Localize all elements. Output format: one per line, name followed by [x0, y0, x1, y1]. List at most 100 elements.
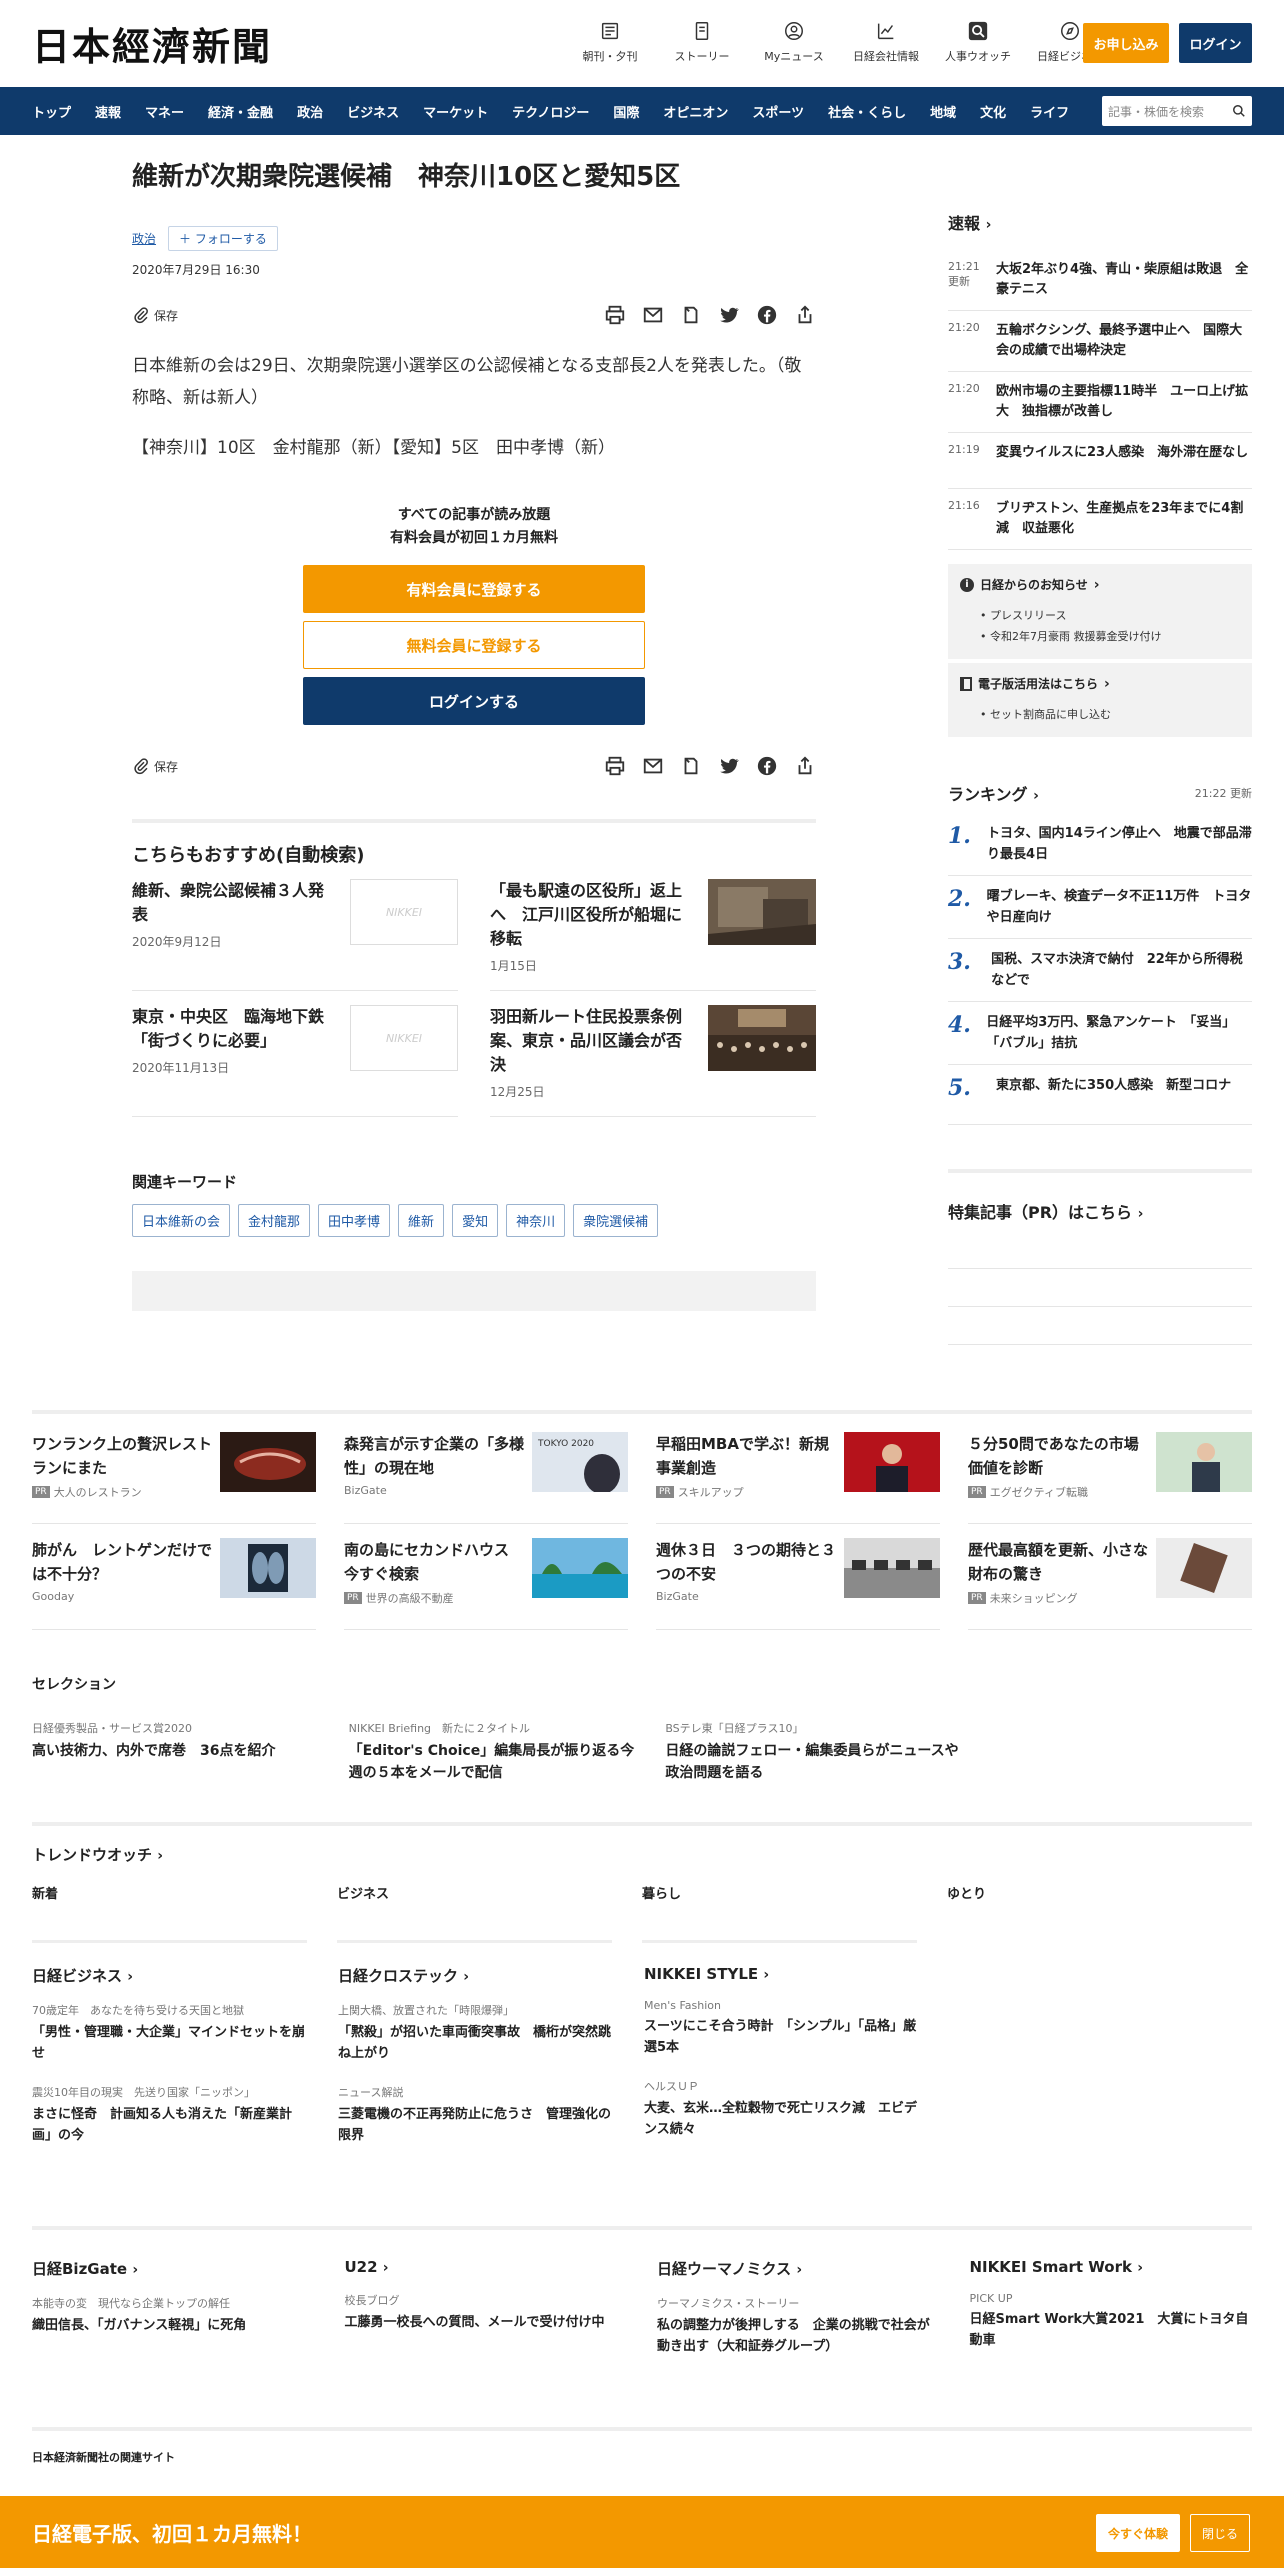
keyword-tag[interactable]: 神奈川	[506, 1204, 566, 1237]
media-item[interactable]: ニュース解説 三菱電機の不正再発防止に危うさ 管理強化の限界	[338, 2084, 614, 2146]
follow-button[interactable]: ＋ フォローする	[168, 226, 278, 251]
media-heading[interactable]: NIKKEI STYLE ›	[644, 1965, 920, 1983]
header-icon-story[interactable]: ストーリー	[662, 20, 742, 64]
flash-item[interactable]: 21:21 更新 大坂2年ぶり4強、青山・柴原組は敗退 全豪テニス	[948, 250, 1252, 311]
print-icon[interactable]	[604, 304, 626, 326]
trend-heading[interactable]: トレンドウオッチ ›	[32, 1844, 1252, 1865]
media-item[interactable]: ヘルスＵＰ 大麦、玄米…全粒穀物で死亡リスク減 エビデンス続々	[644, 2078, 920, 2140]
notice-link[interactable]: • プレスリリース	[980, 605, 1240, 626]
recommend-item[interactable]: 「最も駅遠の区役所」返上へ 江戸川区役所が船堀に移転 1月15日	[490, 879, 816, 991]
flash-item[interactable]: 21:20 五輪ボクシング、最終予選中止へ 国際大会の成績で出場枠決定	[948, 311, 1252, 372]
keyword-tag[interactable]: 金村龍那	[238, 1204, 311, 1237]
nav-item-top[interactable]: トップ	[32, 102, 71, 121]
media-item[interactable]: 本能寺の変 現代なら企業トップの解任 織田信長、「ガバナンス軽視」に死角	[32, 2295, 315, 2336]
share-icon[interactable]	[794, 304, 816, 326]
nav-item-money[interactable]: マネー	[145, 102, 184, 121]
nav-item-economy[interactable]: 経済・金融	[208, 102, 273, 121]
trend-tab[interactable]: 新着	[32, 1883, 307, 1943]
nav-item-culture[interactable]: 文化	[980, 102, 1006, 121]
media-heading[interactable]: 日経ビジネス ›	[32, 1965, 308, 1986]
media-heading[interactable]: 日経BizGate ›	[32, 2258, 315, 2279]
flash-heading[interactable]: 速報 ›	[948, 210, 1252, 234]
flash-item[interactable]: 21:19 変異ウイルスに23人感染 海外滞在歴なし	[948, 433, 1252, 489]
try-now-button[interactable]: 今すぐ体験	[1096, 2514, 1180, 2552]
notice-link[interactable]: • 令和2年7月豪雨 救援募金受け付け	[980, 626, 1240, 647]
media-item[interactable]: ウーマノミクス・ストーリー 私の調整力が後押しする 企業の挑戦で社会が動き出す（大…	[657, 2295, 940, 2357]
media-item[interactable]: 校長ブログ 工藤勇一校長への質問、メールで受け付け中	[345, 2292, 628, 2333]
nav-item-technology[interactable]: テクノロジー	[512, 102, 589, 121]
print-icon[interactable]	[604, 755, 626, 777]
media-item[interactable]: 上関大橋、放置された「時限爆弾」 「黙殺」が招いた車両衝突事故 橋桁が突然跳ね上が…	[338, 2002, 614, 2064]
recommend-item[interactable]: 羽田新ルート住民投票条例案、東京・品川区議会が否決 12月25日	[490, 1005, 816, 1117]
clip-note-icon[interactable]	[680, 304, 702, 326]
header-icon-personnel[interactable]: 人事ウオッチ	[938, 20, 1018, 64]
promo-item[interactable]: 肺がん レントゲンだけでは不十分？ Gooday	[32, 1538, 316, 1630]
keyword-tag[interactable]: 維新	[398, 1204, 445, 1237]
nav-item-region[interactable]: 地域	[930, 102, 956, 121]
media-item[interactable]: PICK UP 日経Smart Work大賞2021 大賞にトヨタ自動車	[970, 2292, 1253, 2351]
save-button[interactable]: 保存	[132, 306, 178, 324]
nav-item-market[interactable]: マーケット	[423, 102, 488, 121]
header-icon-company-info[interactable]: 日経会社情報	[846, 20, 926, 64]
ranking-item[interactable]: 4. 日経平均3万円、緊急アンケート 「妥当」「バブル」拮抗	[948, 1002, 1252, 1065]
promo-item[interactable]: ワンランク上の贅沢レストランにまた PR 大人のレストラン	[32, 1432, 316, 1524]
promo-item[interactable]: 南の島にセカンドハウス 今すぐ検索 PR 世界の高級不動産	[344, 1538, 628, 1630]
promo-item[interactable]: 早稲田MBAで学ぶ！新規事業創造 PR スキルアップ	[656, 1432, 940, 1524]
notice-heading[interactable]: i 日経からのお知らせ ›	[960, 576, 1240, 593]
selection-item[interactable]: NIKKEI Briefing 新たに２タイトル 「Editor's Choice…	[349, 1720, 646, 1784]
keyword-tag[interactable]: 衆院選候補	[573, 1204, 659, 1237]
digital-link[interactable]: • セット割商品に申し込む	[980, 704, 1240, 725]
nav-item-society[interactable]: 社会・くらし	[828, 102, 906, 121]
ranking-item[interactable]: 3. 国税、スマホ決済で納付 22年から所得税などで	[948, 939, 1252, 1002]
twitter-icon[interactable]	[718, 755, 740, 777]
promo-item[interactable]: 森発言が示す企業の「多様性」の現在地 BizGate TOKYO 2020	[344, 1432, 628, 1524]
media-item[interactable]: 震災10年目の現実 先送り国家「ニッポン」 まさに怪奇 計画知る人も消えた「新産業…	[32, 2084, 308, 2146]
login-button[interactable]: ログイン	[1179, 23, 1252, 63]
promo-item[interactable]: ５分50問であなたの市場価値を診断 PR エグゼクティブ転職	[968, 1432, 1252, 1524]
nav-item-sports[interactable]: スポーツ	[752, 102, 804, 121]
search-input[interactable]: 記事・株価を検索	[1102, 96, 1252, 126]
category-link[interactable]: 政治	[132, 230, 156, 247]
nav-item-business[interactable]: ビジネス	[347, 102, 399, 121]
media-heading[interactable]: U22 ›	[345, 2258, 628, 2276]
close-bar-button[interactable]: 閉じる	[1190, 2514, 1250, 2552]
media-heading[interactable]: NIKKEI Smart Work ›	[970, 2258, 1253, 2276]
media-heading[interactable]: 日経ウーマノミクス ›	[657, 2258, 940, 2279]
selection-item[interactable]: BSテレ東「日経プラス10」 日経の論説フェロー・編集委員らがニュースや政治問題を…	[665, 1720, 962, 1784]
promo-item[interactable]: 歴代最高額を更新、小さな財布の驚き PR 未来ショッピング	[968, 1538, 1252, 1630]
subscribe-button[interactable]: お申し込み	[1083, 23, 1169, 63]
media-item[interactable]: 70歳定年 あなたを待ち受ける天国と地獄 「男性・管理職・大企業」マインドセットを…	[32, 2002, 308, 2064]
header-icon-mynews[interactable]: Myニュース	[754, 20, 834, 64]
keyword-tag[interactable]: 田中孝博	[318, 1204, 391, 1237]
media-item[interactable]: Men's Fashion スーツにこそ合う時計 「シンプル」「品格」厳選5本	[644, 1999, 920, 2058]
ranking-heading[interactable]: ランキング › 21:22 更新	[948, 781, 1252, 805]
trend-tab[interactable]: ビジネス	[337, 1883, 612, 1943]
search-icon[interactable]	[1232, 104, 1246, 118]
ranking-item[interactable]: 5. 東京都、新たに350人感染 新型コロナ	[948, 1065, 1252, 1125]
nav-item-opinion[interactable]: オピニオン	[663, 102, 728, 121]
keyword-tag[interactable]: 日本維新の会	[132, 1204, 231, 1237]
paid-register-button[interactable]: 有料会員に登録する	[303, 565, 645, 613]
digital-heading[interactable]: 電子版活用法はこちら ›	[960, 675, 1240, 692]
share-icon[interactable]	[794, 755, 816, 777]
flash-item[interactable]: 21:16 ブリヂストン、生産拠点を23年までに4割減 収益悪化	[948, 489, 1252, 550]
selection-item[interactable]: 日経優秀製品・サービス賞2020 高い技術力、内外で席巻 36点を紹介	[32, 1720, 329, 1784]
facebook-icon[interactable]	[756, 304, 778, 326]
recommend-item[interactable]: 東京・中央区 臨海地下鉄「街づくりに必要」 2020年11月13日 NIKKEI	[132, 1005, 458, 1117]
trend-tab[interactable]: 暮らし	[642, 1883, 917, 1943]
media-heading[interactable]: 日経クロステック ›	[338, 1965, 614, 1986]
save-button-bottom[interactable]: 保存	[132, 757, 178, 775]
mail-icon[interactable]	[642, 755, 664, 777]
nav-item-international[interactable]: 国際	[613, 102, 639, 121]
free-register-button[interactable]: 無料会員に登録する	[303, 621, 645, 669]
header-icon-print-edition[interactable]: 朝刊・夕刊	[570, 20, 650, 64]
nav-item-politics[interactable]: 政治	[297, 102, 323, 121]
nav-item-flash[interactable]: 速報	[95, 102, 121, 121]
nav-item-life[interactable]: ライフ	[1030, 102, 1069, 121]
twitter-icon[interactable]	[718, 304, 740, 326]
flash-item[interactable]: 21:20 欧州市場の主要指標11時半 ユーロ上げ拡大 独指標が改善し	[948, 372, 1252, 433]
ranking-item[interactable]: 1. トヨタ、国内14ライン停止へ 地震で部品滞り最長4日	[948, 813, 1252, 876]
clip-note-icon[interactable]	[680, 755, 702, 777]
promo-item[interactable]: 週休３日 ３つの期待と３つの不安 BizGate	[656, 1538, 940, 1630]
mail-icon[interactable]	[642, 304, 664, 326]
